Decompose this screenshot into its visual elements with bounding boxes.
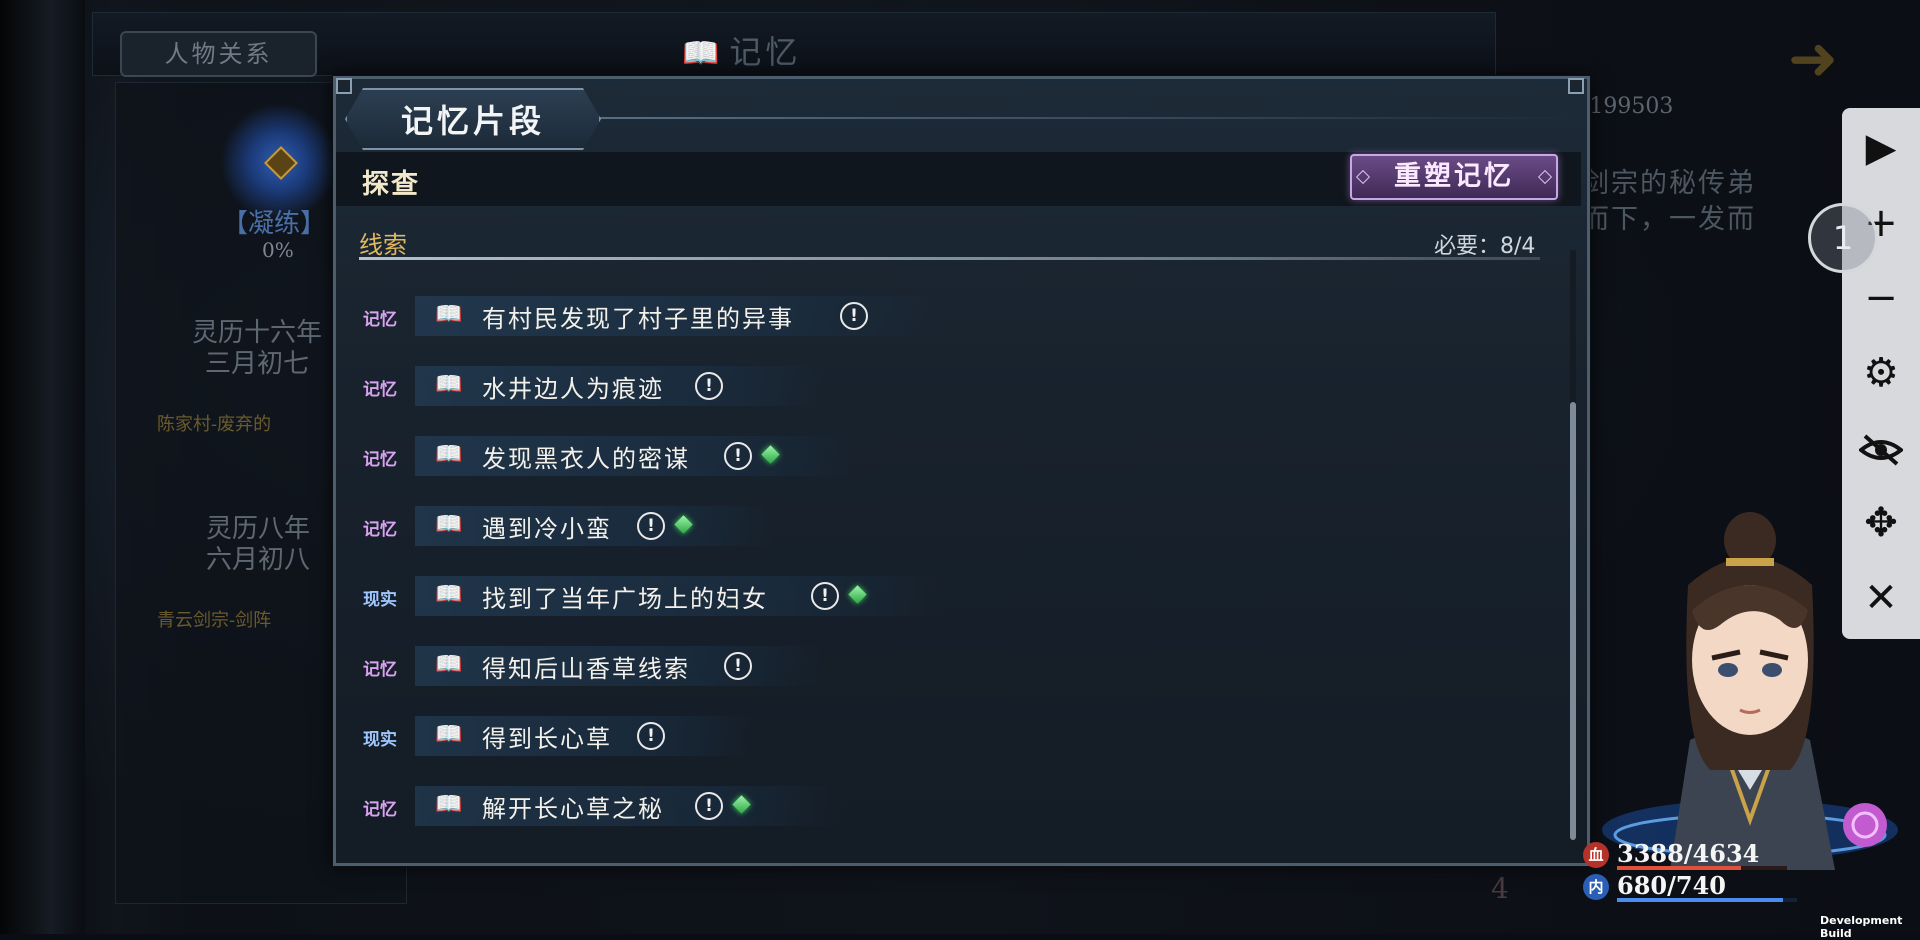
- play-icon[interactable]: ▶: [1842, 118, 1920, 178]
- diamond-ornament-icon: [1355, 169, 1371, 185]
- clue-text: 找到了当年广场上的妇女: [482, 585, 768, 613]
- book-icon: 📖: [435, 792, 463, 817]
- reality-tag: 现实: [363, 730, 397, 750]
- panel-title: 记忆片段: [400, 102, 545, 140]
- reshape-memory-label: 重塑记忆: [1394, 161, 1514, 192]
- requirement-count: 必要：8/4: [1434, 234, 1536, 259]
- clue-text: 有村民发现了村子里的异事: [482, 305, 794, 333]
- eye-hidden-icon[interactable]: [1842, 418, 1920, 478]
- alert-icon[interactable]: !: [840, 302, 868, 330]
- book-icon: 📖: [682, 36, 724, 71]
- background-character-desc: 剑宗的秘传弟 而下，一发而: [1582, 166, 1756, 238]
- memory-tag: 记忆: [363, 660, 397, 680]
- hp-bar-track: [1617, 866, 1787, 870]
- clue-text: 发现黑衣人的密谋: [482, 445, 690, 473]
- hp-bar-fill: [1617, 866, 1742, 870]
- alert-icon[interactable]: !: [695, 792, 723, 820]
- clue-row[interactable]: 记忆 📖 解开长心草之秘!: [355, 778, 1255, 834]
- background-desc-line2: 而下，一发而: [1582, 204, 1756, 235]
- alert-icon[interactable]: !: [637, 512, 665, 540]
- reality-tag: 现实: [363, 590, 397, 610]
- background-page-number: 4: [1491, 872, 1509, 905]
- book-icon: 📖: [435, 582, 463, 607]
- clue-divider: [359, 257, 1540, 260]
- clue-text: 水井边人为痕迹: [482, 375, 664, 403]
- timeline-location-1: 陈家村-废弃的: [157, 414, 272, 435]
- memory-tag: 记忆: [363, 520, 397, 540]
- timeline-location-2: 青云剑宗-剑阵: [157, 610, 272, 631]
- panel-title-plate: 记忆片段: [345, 88, 601, 150]
- book-icon: 📖: [435, 372, 463, 397]
- timeline-date-2-line1: 灵历八年: [206, 514, 311, 544]
- alert-icon[interactable]: !: [724, 442, 752, 470]
- alert-icon[interactable]: !: [695, 372, 723, 400]
- hp-icon: 血: [1583, 842, 1609, 868]
- memory-tag: 记忆: [363, 310, 397, 330]
- condense-percent: 0%: [262, 238, 294, 262]
- clue-row[interactable]: 现实 📖 得到长心草!: [355, 708, 1255, 764]
- relation-tab[interactable]: 人物关系: [120, 31, 317, 77]
- clue-row[interactable]: 现实 📖 找到了当年广场上的妇女!: [355, 568, 1255, 624]
- gear-icon[interactable]: ⚙: [1842, 343, 1920, 403]
- scrollbar-thumb[interactable]: [1570, 402, 1576, 840]
- book-icon: 📖: [435, 442, 463, 467]
- background-memory-title-text: 记忆: [729, 33, 802, 71]
- alert-icon[interactable]: !: [811, 582, 839, 610]
- character-portrait: [1602, 512, 1898, 870]
- timeline-date-1-line1: 灵历十六年: [192, 318, 323, 348]
- minus-icon[interactable]: −: [1842, 268, 1920, 328]
- clue-row[interactable]: 记忆 📖 水井边人为痕迹!: [355, 358, 1255, 414]
- memory-tag: 记忆: [363, 380, 397, 400]
- clue-label: 线索: [359, 231, 407, 259]
- book-icon: 📖: [435, 512, 463, 537]
- background-memory-title: 📖 记忆: [682, 27, 801, 73]
- alert-icon[interactable]: !: [637, 722, 665, 750]
- left-scroll-ornament: [0, 0, 85, 934]
- book-icon: 📖: [435, 652, 463, 677]
- timeline-date-2: 灵历八年 六月初八: [206, 514, 310, 576]
- timeline-date-1-line2: 三月初七: [205, 349, 310, 379]
- memory-tag: 记忆: [363, 450, 397, 470]
- clue-text: 得知后山香草线索: [482, 655, 690, 683]
- clue-row[interactable]: 记忆 📖 有村民发现了村子里的异事!: [355, 288, 1255, 344]
- reshape-memory-button[interactable]: 重塑记忆: [1350, 154, 1558, 200]
- book-icon: 📖: [435, 302, 463, 327]
- condense-label: 【凝练】: [222, 209, 327, 239]
- clue-row[interactable]: 记忆 📖 发现黑衣人的密谋!: [355, 428, 1255, 484]
- memory-tag: 记忆: [363, 800, 397, 820]
- panel-corner-ornament: [1568, 78, 1584, 94]
- section-label: 探查: [362, 169, 420, 200]
- clue-text: 解开长心草之秘: [482, 795, 664, 823]
- mp-icon: 内: [1583, 874, 1609, 900]
- eye-hidden-glyph: [1857, 434, 1905, 466]
- background-desc-line1: 剑宗的秘传弟: [1582, 168, 1756, 199]
- mp-value: 680/740: [1617, 871, 1726, 900]
- clue-text: 得到长心草: [482, 725, 612, 753]
- title-rule: [590, 117, 1580, 119]
- mp-bar-fill: [1617, 898, 1783, 902]
- clue-row[interactable]: 记忆 📖 遇到冷小蛮!: [355, 498, 1255, 554]
- timeline-date-1: 灵历十六年 三月初七: [192, 318, 322, 380]
- hp-value: 3388/4634: [1617, 839, 1760, 868]
- clue-text: 遇到冷小蛮: [482, 515, 612, 543]
- panel-corner-ornament: [336, 78, 352, 94]
- book-icon: 📖: [435, 722, 463, 747]
- clue-row[interactable]: 记忆 📖 得知后山香草线索!: [355, 638, 1255, 694]
- background-character-id: /199503: [1582, 94, 1674, 119]
- timeline-date-2-line2: 六月初八: [206, 545, 311, 575]
- floating-counter-button[interactable]: 1: [1808, 203, 1878, 273]
- back-arrow-icon[interactable]: ➜: [1768, 28, 1858, 90]
- alert-icon[interactable]: !: [724, 652, 752, 680]
- diamond-ornament-icon: [1537, 169, 1553, 185]
- mp-bar-track: [1617, 898, 1797, 902]
- development-build-label: Development Build: [1820, 914, 1903, 940]
